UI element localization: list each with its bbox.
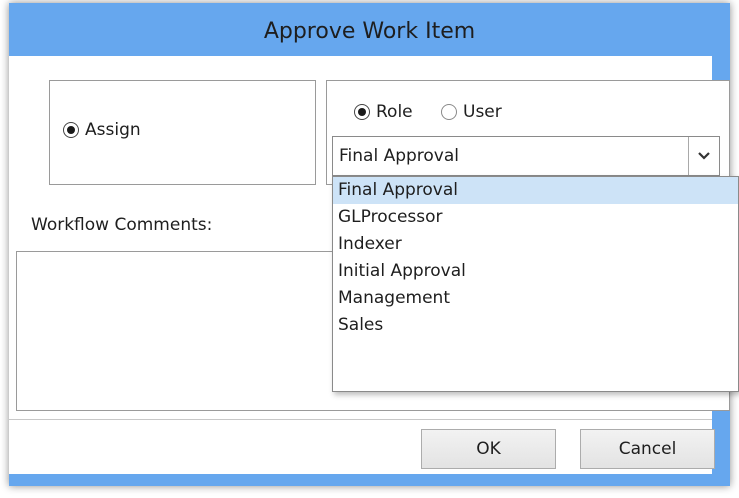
- dropdown-option[interactable]: Sales: [333, 312, 738, 339]
- user-radio[interactable]: User: [441, 102, 502, 122]
- role-select-value: Final Approval: [339, 146, 460, 166]
- role-radio-indicator[interactable]: [354, 104, 370, 120]
- role-select[interactable]: Final Approval: [332, 136, 720, 176]
- dialog-title: Approve Work Item: [263, 18, 476, 44]
- dropdown-option[interactable]: Initial Approval: [333, 258, 738, 285]
- user-radio-indicator[interactable]: [441, 104, 457, 120]
- user-radio-label: User: [463, 102, 502, 122]
- workflow-comments-label: Workflow Comments:: [31, 215, 213, 235]
- role-radio[interactable]: Role: [354, 102, 413, 122]
- dropdown-button[interactable]: [688, 137, 719, 175]
- dropdown-option[interactable]: GLProcessor: [333, 204, 738, 231]
- assign-radio-indicator[interactable]: [63, 122, 79, 138]
- ok-button[interactable]: OK: [421, 429, 556, 469]
- footer-divider: [9, 419, 712, 420]
- assign-radio-label: Assign: [85, 120, 141, 140]
- role-radio-label: Role: [376, 102, 413, 122]
- dropdown-option[interactable]: Indexer: [333, 231, 738, 258]
- chevron-down-icon: [698, 149, 710, 164]
- dropdown-option[interactable]: Management: [333, 285, 738, 312]
- dropdown-option[interactable]: Final Approval: [333, 177, 738, 204]
- role-dropdown-list: Final Approval GLProcessor Indexer Initi…: [332, 176, 739, 392]
- cancel-button[interactable]: Cancel: [580, 429, 715, 469]
- assign-radio[interactable]: Assign: [63, 120, 141, 140]
